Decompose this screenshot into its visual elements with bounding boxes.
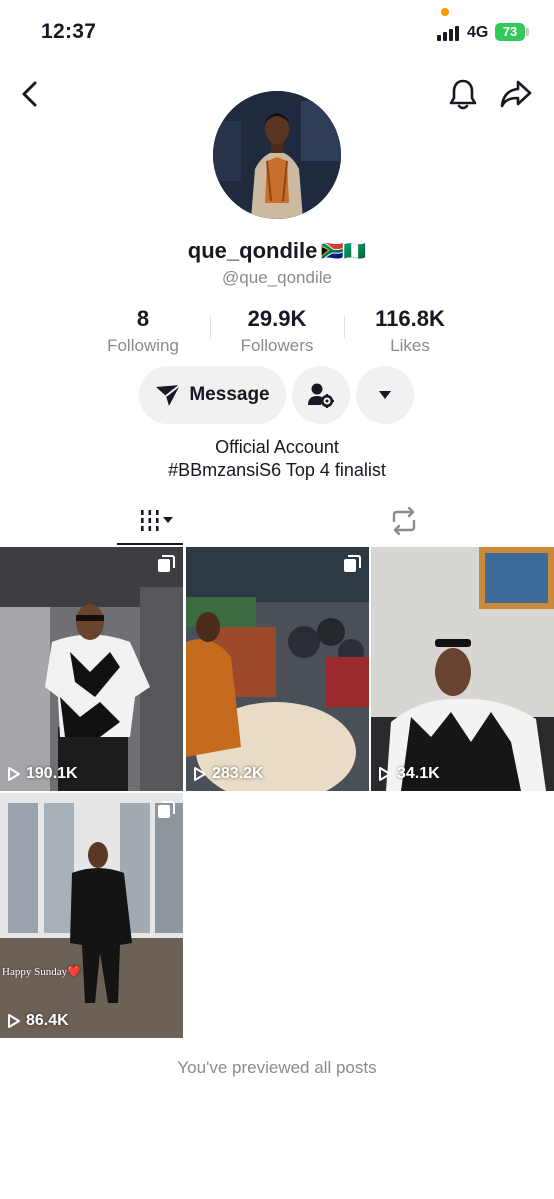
share-arrow-icon: [500, 80, 532, 108]
caret-down-icon: [379, 391, 391, 399]
notification-bell-button[interactable]: [446, 76, 480, 112]
view-count: 190.1K: [7, 765, 78, 783]
message-label: Message: [189, 384, 270, 405]
more-options-dropdown[interactable]: [356, 366, 414, 424]
post-caption-overlay: Happy Sunday❤️: [2, 966, 81, 978]
play-icon: [194, 767, 206, 781]
user-handle: @que_qondile: [222, 268, 332, 287]
privacy-indicator-dot: [441, 8, 449, 16]
multi-photo-icon: [157, 555, 175, 573]
following-label: Following: [107, 336, 179, 355]
tab-videos[interactable]: [118, 504, 184, 538]
post-image-2: [186, 547, 369, 791]
bell-icon: [449, 79, 477, 110]
repost-icon: [392, 507, 416, 535]
tab-reposts[interactable]: [384, 504, 424, 538]
bio-line-2: #BBmzansiS6 Top 4 finalist: [168, 460, 386, 480]
battery-icon: 73: [495, 23, 525, 41]
post-image-3: [371, 547, 554, 791]
followers-count: 29.9K: [247, 306, 307, 331]
post-thumbnail-4[interactable]: Happy Sunday❤️ 86.4K: [0, 793, 183, 1038]
status-time: 12:37: [41, 20, 97, 43]
view-count-text: 34.1K: [397, 765, 440, 782]
post-thumbnail-2[interactable]: 283.2K: [186, 547, 369, 791]
message-button[interactable]: Message: [139, 366, 286, 424]
view-count-text: 86.4K: [26, 1012, 69, 1029]
grid-lines-icon: [141, 510, 173, 531]
play-icon: [8, 1014, 20, 1028]
username-row: que_qondile 🇿🇦🇳🇬: [0, 238, 554, 264]
post-thumbnail-1[interactable]: 190.1K: [0, 547, 183, 791]
network-type: 4G: [467, 24, 489, 41]
post-image-4: [0, 793, 183, 1038]
back-button[interactable]: [14, 78, 46, 110]
likes-label: Likes: [390, 336, 430, 355]
profile-settings-button[interactable]: [292, 366, 350, 424]
avatar-photo: [213, 91, 341, 219]
stat-followers[interactable]: 29.9K Followers: [207, 306, 347, 356]
profile-avatar[interactable]: [213, 91, 341, 219]
username: que_qondile: [187, 238, 318, 263]
view-count-text: 190.1K: [26, 765, 78, 782]
user-gear-icon: [308, 383, 334, 408]
cellular-signal-icon: [437, 25, 463, 41]
flag-emojis: 🇿🇦🇳🇬: [321, 240, 367, 261]
likes-count: 116.8K: [375, 306, 445, 331]
play-icon: [379, 767, 391, 781]
share-profile-button[interactable]: [498, 77, 534, 111]
end-of-posts-text: You've previewed all posts: [177, 1058, 377, 1077]
view-count: 86.4K: [7, 1012, 69, 1030]
following-count: 8: [136, 306, 150, 331]
active-tab-indicator: [117, 543, 183, 545]
multi-photo-icon: [343, 555, 361, 573]
view-count: 283.2K: [193, 765, 264, 783]
chevron-left-icon: [22, 81, 37, 107]
multi-photo-icon: [157, 801, 175, 819]
view-count-text: 283.2K: [212, 765, 264, 782]
bio-line-1: Official Account: [215, 437, 339, 457]
post-image-1: [0, 547, 183, 791]
view-count: 34.1K: [378, 765, 440, 783]
send-plane-icon: [156, 384, 181, 406]
stat-following[interactable]: 8 Following: [73, 306, 213, 356]
followers-label: Followers: [240, 336, 314, 355]
post-thumbnail-3[interactable]: 34.1K: [371, 547, 554, 791]
battery-cap: [526, 28, 529, 36]
play-icon: [8, 767, 20, 781]
stat-likes[interactable]: 116.8K Likes: [340, 306, 480, 356]
